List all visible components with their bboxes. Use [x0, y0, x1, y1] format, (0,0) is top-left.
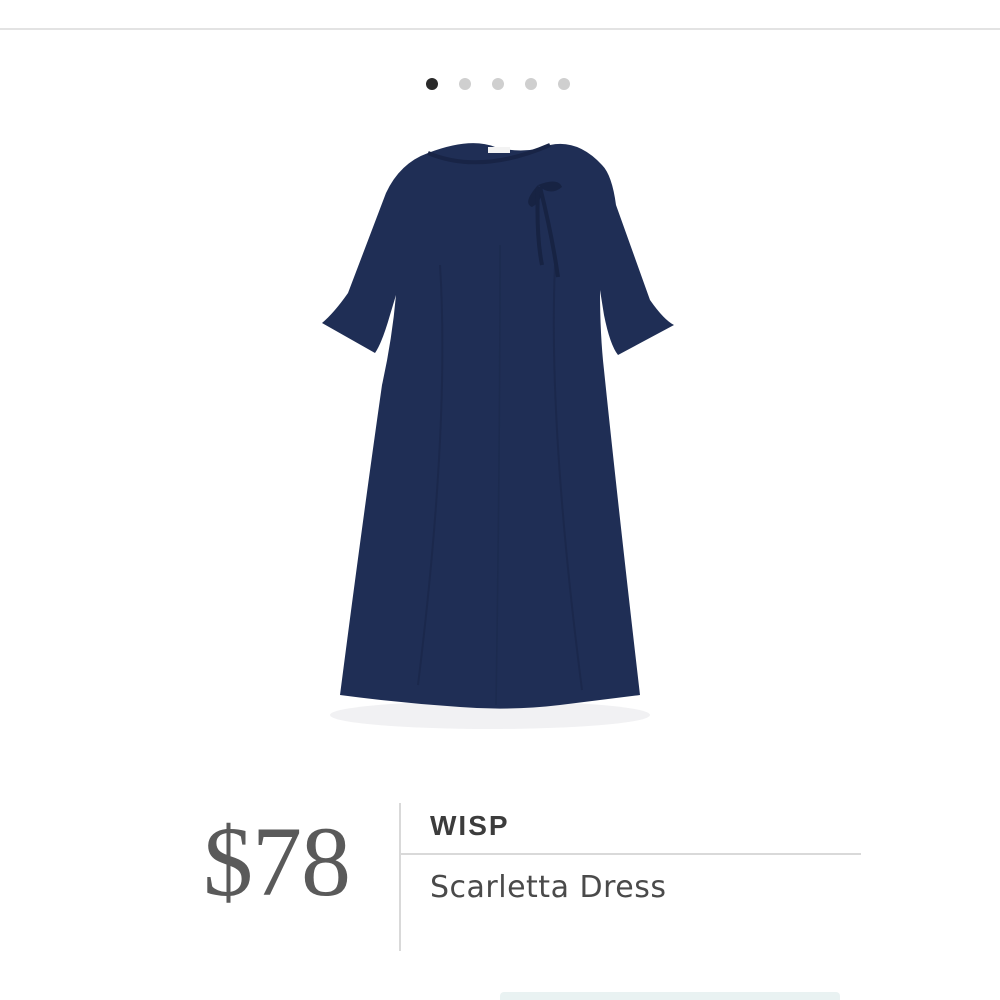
product-image[interactable] — [300, 125, 700, 765]
product-name: Scarletta Dress — [430, 870, 667, 905]
carousel-dot-1[interactable] — [426, 78, 438, 90]
carousel-dot-2[interactable] — [459, 78, 471, 90]
vertical-divider — [399, 803, 401, 951]
carousel-dot-4[interactable] — [525, 78, 537, 90]
horizontal-divider — [401, 853, 861, 855]
price: $78 — [203, 806, 351, 917]
brand-name: WISP — [430, 810, 510, 841]
image-carousel-dots[interactable] — [426, 78, 570, 90]
dress-shape — [322, 143, 674, 709]
carousel-dot-5[interactable] — [558, 78, 570, 90]
top-divider — [0, 28, 1000, 30]
bottom-element-edge — [500, 992, 840, 1000]
product-card: $78 WISP Scarletta Dress — [0, 0, 1000, 1000]
carousel-dot-3[interactable] — [492, 78, 504, 90]
